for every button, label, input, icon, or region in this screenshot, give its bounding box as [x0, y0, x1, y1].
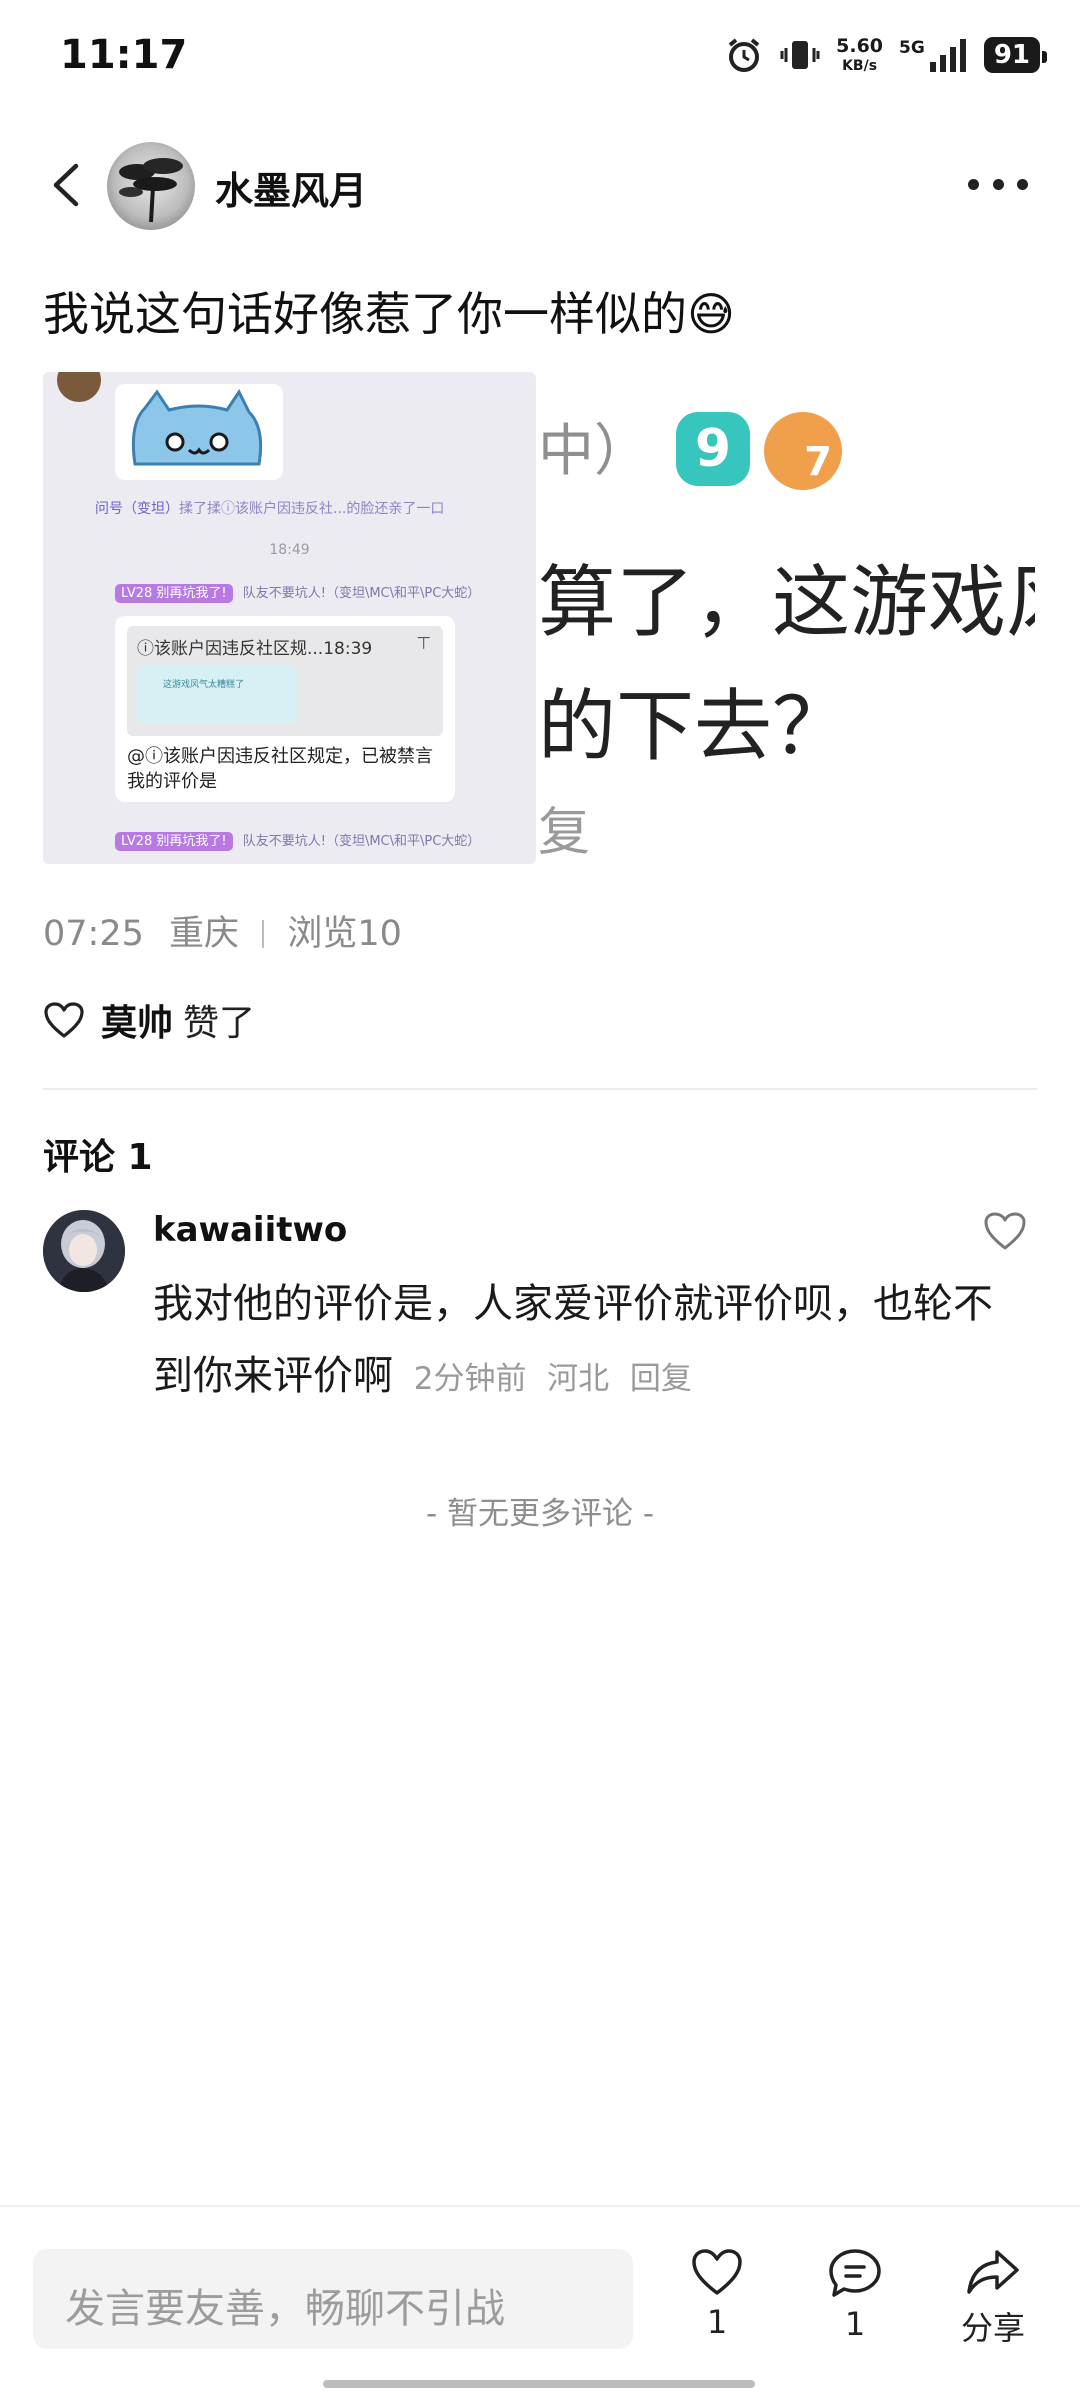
sticker-frame: [115, 384, 283, 480]
post-image[interactable]: 问号（变坦）揉了揉ⓘ该账户因违反社...的脸还亲了一口 18:49 LV28 别…: [43, 372, 1035, 864]
level-badge-text: 队友不要坑人!（变坦\MC\和平\PC大蛇）: [242, 586, 481, 601]
comment-count: 1: [844, 2305, 866, 2343]
signal-group: 5G: [899, 38, 968, 72]
meta-divider: [262, 920, 265, 948]
quote-mini-image: 这游戏风气太糟糕了: [137, 666, 297, 724]
quote-body: @ⓘ该账户因违反社区规定，已被禁言 我的评价是: [127, 746, 433, 793]
anime-avatar-icon: [43, 1210, 125, 1292]
commenter-avatar[interactable]: [43, 1210, 125, 1292]
chat-time: 18:49: [269, 542, 310, 558]
signal-icon: [929, 39, 966, 72]
ink-tree-avatar-icon: [119, 158, 183, 223]
network-speed: 5.60 KB/s: [836, 35, 884, 74]
like-button[interactable]: 1: [662, 2247, 772, 2341]
comment-body: 我对他的评价是，人家爱评价就评价呗，也轮不到你来评价啊 2分钟前 河北 回复: [153, 1268, 1013, 1415]
level-badge: LV28 别再坑我了!: [115, 584, 233, 603]
back-button[interactable]: [42, 160, 92, 210]
comment-reply-button[interactable]: 回复: [630, 1361, 692, 1397]
zoom-line-2: 的下去？: [538, 682, 851, 772]
liker-name[interactable]: 莫帅: [101, 994, 173, 1046]
post-views: 浏览10: [287, 914, 402, 954]
net-speed-unit: KB/s: [842, 58, 878, 74]
chat-level-line-2: LV28 别再坑我了! 队友不要坑人!（变坦\MC\和平\PC大蛇）: [115, 830, 481, 851]
net-speed-value: 5.60: [836, 35, 884, 57]
chat-action-line: 问号（变坦）揉了揉ⓘ该账户因违反社...的脸还亲了一口: [95, 498, 444, 518]
heart-icon: [44, 1002, 84, 1038]
section-divider: [43, 1088, 1037, 1090]
alarm-icon: [728, 38, 760, 72]
zoom-top-text: 中）: [538, 419, 650, 484]
status-icons: 5.60 KB/s 5G 91: [724, 30, 1048, 80]
share-button[interactable]: 分享: [938, 2247, 1048, 2349]
post-meta: 07:25 重庆 浏览10: [43, 905, 402, 956]
battery-indicator: 91: [983, 36, 1048, 74]
zoom-line-3: 复: [538, 803, 591, 863]
dot-icon: [992, 178, 1004, 190]
vibrate-icon: [780, 41, 820, 69]
comment-time: 2分钟前: [413, 1361, 527, 1397]
like-count: 1: [706, 2303, 728, 2341]
more-options-button[interactable]: [968, 174, 1028, 194]
chevron-left-icon: [53, 163, 79, 207]
level-7-badge: 7: [764, 412, 842, 490]
chat-action-text: 揉了揉ⓘ该账户因违反社...的脸还亲了一口: [179, 501, 445, 517]
comment-bubble-icon: [829, 2249, 881, 2297]
chat-bubble: ⓘ该账户因违反社区规...18:39 ⊤ 这游戏风气太糟糕了 @ⓘ该账户因违反社…: [115, 616, 455, 802]
no-more-comments: - 暂无更多评论 -: [425, 1496, 655, 1532]
share-label: 分享: [960, 2309, 1025, 2347]
post-header: 水墨风月: [0, 140, 1080, 230]
home-indicator[interactable]: [323, 2380, 755, 2388]
status-bar: 11:17 5.60 KB/s 5G 91: [0, 0, 1080, 115]
heart-icon: [984, 1212, 1026, 1250]
status-time: 11:17: [60, 32, 188, 78]
quote-title: ⓘ该账户因违反社区规...18:39: [137, 639, 373, 659]
likes-row[interactable]: 莫帅 赞了: [43, 995, 255, 1045]
comment-location: 河北: [547, 1361, 610, 1397]
zoom-line-1: 算了，这游戏风: [538, 558, 1035, 648]
post-location: 重庆: [169, 914, 240, 954]
author-avatar[interactable]: [107, 142, 195, 230]
chat-level-line: LV28 别再坑我了! 队友不要坑人!（变坦\MC\和平\PC大蛇）: [115, 582, 481, 603]
chat-screenshot-image: 问号（变坦）揉了揉ⓘ该账户因违反社...的脸还亲了一口 18:49 LV28 别…: [43, 372, 536, 864]
author-name[interactable]: 水墨风月: [215, 160, 367, 215]
pin-icon: ⊤: [416, 634, 431, 654]
liked-label: 赞了: [183, 1003, 256, 1044]
dot-icon: [1017, 178, 1028, 190]
quote-mini-text: 这游戏风气太糟糕了: [163, 680, 245, 690]
dot-icon: [968, 178, 979, 190]
bottom-action-bar: 发言要友善，畅聊不引战 1 1 分享: [0, 2205, 1080, 2400]
chat-avatar: [57, 372, 101, 402]
heart-icon: [692, 2249, 742, 2295]
comment-like-button[interactable]: [982, 1210, 1028, 1252]
post-time: 07:25: [43, 914, 144, 954]
level-badge-text: 队友不要坑人!（变坦\MC\和平\PC大蛇）: [242, 834, 481, 849]
level-9-badge: 9: [676, 412, 750, 486]
share-arrow-icon: [967, 2250, 1019, 2294]
chat-name: 问号（变坦）: [95, 501, 179, 517]
quote-card: ⓘ该账户因违反社区规...18:39 ⊤ 这游戏风气太糟糕了: [127, 626, 443, 736]
comment-input[interactable]: 发言要友善，畅聊不引战: [33, 2249, 633, 2349]
comment-button[interactable]: 1: [800, 2247, 910, 2343]
post-text: 我说这句话好像惹了你一样似的😅: [43, 287, 735, 341]
level-badge: LV28 别再坑我了!: [115, 832, 233, 851]
zoomed-text-image: 中） 9 7 算了，这游戏风 的下去？ 复: [536, 372, 1035, 864]
commenter-name[interactable]: kawaiitwo: [153, 1210, 347, 1250]
comments-title: 评论 1: [43, 1137, 153, 1178]
network-type: 5G: [899, 38, 925, 58]
cat-sticker-icon: [131, 389, 263, 466]
comment-input-placeholder: 发言要友善，畅聊不引战: [65, 2286, 505, 2332]
